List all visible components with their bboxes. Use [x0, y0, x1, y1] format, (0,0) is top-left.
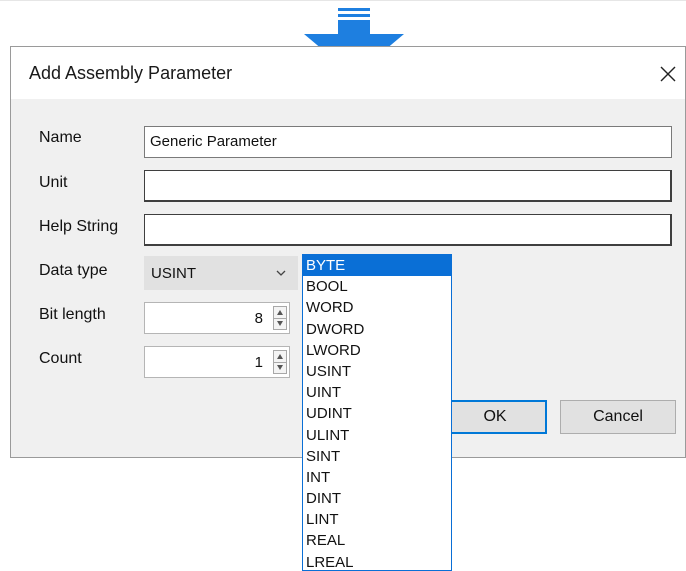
data-type-select[interactable]: USINT: [144, 256, 298, 290]
dropdown-option-dint[interactable]: DINT: [303, 488, 451, 509]
bit-length-stepper[interactable]: 8: [144, 302, 290, 334]
count-spin-buttons: [273, 350, 287, 374]
unit-label: Unit: [39, 174, 68, 191]
dropdown-option-lreal[interactable]: LREAL: [303, 552, 451, 570]
data-type-dropdown-list[interactable]: BYTE BOOL WORD DWORD LWORD USINT UINT UDINT ULIN…: [302, 254, 452, 571]
dropdown-option-int[interactable]: INT: [303, 467, 451, 488]
count-stepper[interactable]: 1: [144, 346, 290, 378]
spin-down-icon[interactable]: [274, 362, 286, 373]
dropdown-option-sint[interactable]: SINT: [303, 446, 451, 467]
dialog-title: Add Assembly Parameter: [29, 63, 233, 83]
dropdown-option-real[interactable]: REAL: [303, 530, 451, 551]
help-string-label: Help String: [39, 218, 119, 235]
close-icon[interactable]: [659, 65, 677, 83]
dropdown-option-dword[interactable]: DWORD: [303, 319, 451, 340]
unit-field[interactable]: [144, 170, 672, 202]
cancel-button[interactable]: Cancel: [560, 400, 676, 434]
dropdown-option-bool[interactable]: BOOL: [303, 276, 451, 297]
ok-button[interactable]: OK: [443, 400, 547, 434]
dropdown-option-udint[interactable]: UDINT: [303, 403, 451, 424]
dropdown-option-byte[interactable]: BYTE: [303, 255, 451, 277]
data-type-value: USINT: [151, 265, 196, 282]
bit-length-value: 8: [254, 310, 263, 327]
dialog-titlebar: Add Assembly Parameter: [11, 47, 685, 99]
top-divider: [0, 0, 686, 1]
chevron-down-icon: [276, 270, 286, 276]
dropdown-option-lword[interactable]: LWORD: [303, 340, 451, 361]
count-value: 1: [254, 354, 263, 371]
data-type-label: Data type: [39, 262, 108, 279]
dropdown-option-usint[interactable]: USINT: [303, 361, 451, 382]
count-label: Count: [39, 350, 82, 367]
bit-length-label: Bit length: [39, 306, 106, 323]
name-label: Name: [39, 129, 82, 146]
name-field[interactable]: Generic Parameter: [144, 126, 672, 158]
name-value: Generic Parameter: [150, 133, 277, 150]
spin-down-icon[interactable]: [274, 318, 286, 329]
dropdown-option-uint[interactable]: UINT: [303, 382, 451, 403]
bit-length-spin-buttons: [273, 306, 287, 330]
dropdown-option-word[interactable]: WORD: [303, 297, 451, 318]
dropdown-option-lint[interactable]: LINT: [303, 509, 451, 530]
dropdown-option-ulint[interactable]: ULINT: [303, 425, 451, 446]
help-string-field[interactable]: [144, 214, 672, 246]
